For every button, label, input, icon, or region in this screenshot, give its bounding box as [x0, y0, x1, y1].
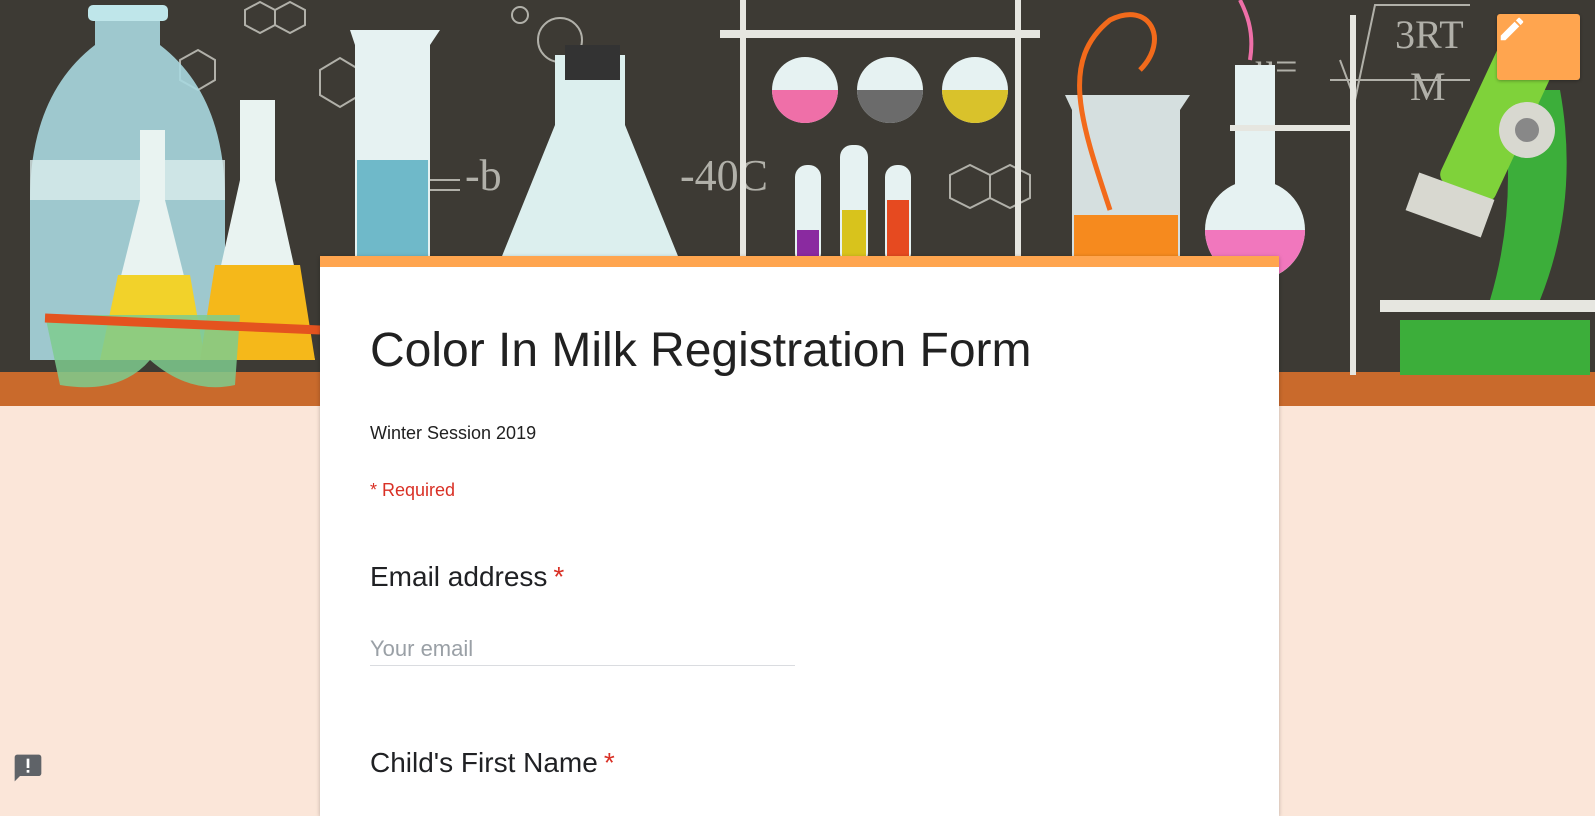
report-issue-button[interactable] [12, 752, 44, 784]
form-title: Color In Milk Registration Form [370, 324, 1032, 377]
svg-text:-b: -b [465, 151, 502, 200]
required-asterisk: * [603, 747, 615, 778]
svg-text:M: M [1410, 64, 1446, 109]
question-email-label: Email address * [370, 561, 564, 593]
question-child-first-name-label: Child's First Name * [370, 747, 615, 779]
question-child-first-name-title: Child's First Name [370, 747, 598, 778]
email-input[interactable] [370, 633, 795, 666]
edit-button[interactable] [1497, 14, 1580, 80]
report-issue-icon [14, 754, 42, 782]
pencil-icon [1500, 17, 1524, 41]
form-description: Winter Session 2019 [370, 423, 537, 443]
required-note: * Required [370, 480, 456, 500]
required-asterisk: * [553, 561, 565, 592]
svg-text:3RT: 3RT [1395, 12, 1464, 57]
svg-text:-40C: -40C [680, 151, 768, 200]
form-card: Color In Milk Registration Form Winter S… [320, 256, 1279, 816]
question-email-title: Email address [370, 561, 548, 592]
